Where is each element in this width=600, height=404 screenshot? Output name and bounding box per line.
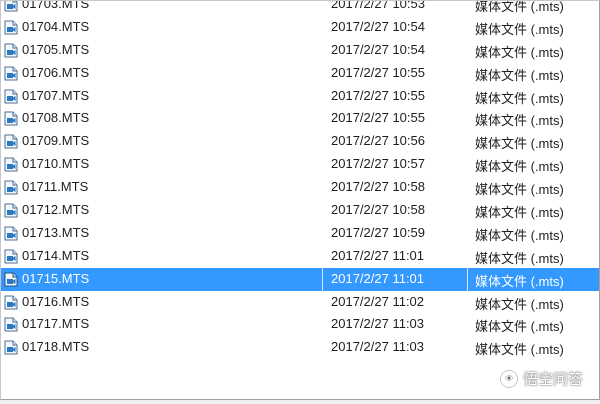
- wukong-logo-icon: [499, 369, 519, 389]
- file-row[interactable]: 01706.MTS 2017/2/27 10:55 媒体文件 (.mts): [1, 62, 599, 85]
- file-name: 01713.MTS: [22, 224, 90, 240]
- file-explorer-window: 01703.MTS 2017/2/27 10:53 媒体文件 (.mts) 01…: [0, 0, 600, 400]
- file-type: 媒体文件 (.mts): [475, 319, 564, 335]
- file-type: 媒体文件 (.mts): [475, 0, 564, 14]
- file-type: 媒体文件 (.mts): [475, 250, 564, 266]
- file-type: 媒体文件 (.mts): [475, 67, 564, 83]
- file-date: 2017/2/27 10:54: [331, 41, 425, 57]
- file-type: 媒体文件 (.mts): [475, 159, 564, 175]
- file-type: 媒体文件 (.mts): [475, 273, 564, 289]
- file-type: 媒体文件 (.mts): [475, 296, 564, 312]
- file-type: 媒体文件 (.mts): [475, 113, 564, 129]
- file-date: 2017/2/27 10:54: [331, 18, 425, 34]
- file-type: 媒体文件 (.mts): [475, 44, 564, 60]
- mts-file-icon: [4, 20, 18, 35]
- file-name: 01714.MTS: [22, 247, 90, 263]
- file-name: 01712.MTS: [22, 202, 90, 218]
- file-type: 媒体文件 (.mts): [475, 182, 564, 198]
- file-row[interactable]: 01708.MTS 2017/2/27 10:55 媒体文件 (.mts): [1, 107, 599, 130]
- mts-file-icon: [4, 66, 18, 81]
- mts-file-icon: [4, 340, 18, 355]
- file-row[interactable]: 01713.MTS 2017/2/27 10:59 媒体文件 (.mts): [1, 222, 599, 245]
- file-date: 2017/2/27 11:03: [331, 339, 425, 355]
- file-date: 2017/2/27 10:58: [331, 202, 425, 218]
- file-name: 01711.MTS: [22, 179, 89, 195]
- column-divider: [467, 267, 468, 291]
- file-row[interactable]: 01705.MTS 2017/2/27 10:54 媒体文件 (.mts): [1, 39, 599, 62]
- file-date: 2017/2/27 11:01: [331, 247, 425, 263]
- mts-file-icon: [4, 89, 18, 104]
- mts-file-icon: [4, 317, 18, 332]
- file-date: 2017/2/27 11:02: [331, 293, 425, 309]
- file-name: 01704.MTS: [22, 18, 90, 34]
- file-date: 2017/2/27 10:57: [331, 156, 425, 172]
- file-name: 01706.MTS: [22, 64, 90, 80]
- mts-file-icon: [4, 134, 18, 149]
- file-name: 01707.MTS: [22, 87, 90, 103]
- file-row[interactable]: 01717.MTS 2017/2/27 11:03 媒体文件 (.mts): [1, 313, 599, 336]
- file-row[interactable]: 01707.MTS 2017/2/27 10:55 媒体文件 (.mts): [1, 85, 599, 108]
- file-date: 2017/2/27 10:59: [331, 224, 425, 240]
- file-type: 媒体文件 (.mts): [475, 205, 564, 221]
- file-list: 01703.MTS 2017/2/27 10:53 媒体文件 (.mts) 01…: [1, 0, 599, 359]
- file-type: 媒体文件 (.mts): [475, 227, 564, 243]
- file-row[interactable]: 01711.MTS 2017/2/27 10:58 媒体文件 (.mts): [1, 176, 599, 199]
- mts-file-icon: [4, 203, 18, 218]
- file-row[interactable]: 01709.MTS 2017/2/27 10:56 媒体文件 (.mts): [1, 130, 599, 153]
- file-name: 01705.MTS: [22, 41, 90, 57]
- file-name: 01709.MTS: [22, 133, 90, 149]
- mts-file-icon: [4, 1, 18, 12]
- mts-file-icon: [4, 180, 18, 195]
- file-row[interactable]: 01704.MTS 2017/2/27 10:54 媒体文件 (.mts): [1, 16, 599, 39]
- mts-file-icon: [4, 111, 18, 126]
- file-date: 2017/2/27 10:56: [331, 133, 425, 149]
- file-name: 01715.MTS: [22, 270, 90, 286]
- file-name: 01716.MTS: [22, 293, 90, 309]
- mts-file-icon: [4, 295, 18, 310]
- file-row[interactable]: 01714.MTS 2017/2/27 11:01 媒体文件 (.mts): [1, 245, 599, 268]
- mts-file-icon: [4, 249, 18, 264]
- file-date: 2017/2/27 11:01: [331, 270, 425, 286]
- file-type: 媒体文件 (.mts): [475, 21, 564, 37]
- mts-file-icon: [4, 272, 18, 287]
- mts-file-icon: [4, 43, 18, 58]
- watermark-text: 悟空问答: [522, 371, 583, 388]
- file-date: 2017/2/27 10:55: [331, 110, 425, 126]
- file-name: 01703.MTS: [22, 0, 90, 11]
- wukong-watermark: 悟空问答: [499, 368, 583, 389]
- file-name: 01710.MTS: [22, 156, 90, 172]
- file-date: 2017/2/27 10:55: [331, 64, 425, 80]
- file-date: 2017/2/27 10:55: [331, 87, 425, 103]
- file-row-selected[interactable]: 01715.MTS 2017/2/27 11:01 媒体文件 (.mts): [1, 267, 599, 291]
- file-date: 2017/2/27 11:03: [331, 316, 425, 332]
- mts-file-icon: [4, 157, 18, 172]
- file-type: 媒体文件 (.mts): [475, 136, 564, 152]
- file-type: 媒体文件 (.mts): [475, 342, 564, 358]
- file-name: 01717.MTS: [22, 316, 90, 332]
- file-date: 2017/2/27 10:58: [331, 179, 425, 195]
- file-date: 2017/2/27 10:53: [331, 0, 425, 11]
- file-type: 媒体文件 (.mts): [475, 90, 564, 106]
- file-row[interactable]: 01710.MTS 2017/2/27 10:57 媒体文件 (.mts): [1, 153, 599, 176]
- file-row[interactable]: 01716.MTS 2017/2/27 11:02 媒体文件 (.mts): [1, 291, 599, 314]
- file-row[interactable]: 01703.MTS 2017/2/27 10:53 媒体文件 (.mts): [1, 0, 599, 16]
- file-row[interactable]: 01718.MTS 2017/2/27 11:03 媒体文件 (.mts): [1, 336, 599, 359]
- column-divider: [322, 267, 323, 291]
- file-name: 01718.MTS: [22, 339, 90, 355]
- mts-file-icon: [4, 226, 18, 241]
- file-row[interactable]: 01712.MTS 2017/2/27 10:58 媒体文件 (.mts): [1, 199, 599, 222]
- file-name: 01708.MTS: [22, 110, 90, 126]
